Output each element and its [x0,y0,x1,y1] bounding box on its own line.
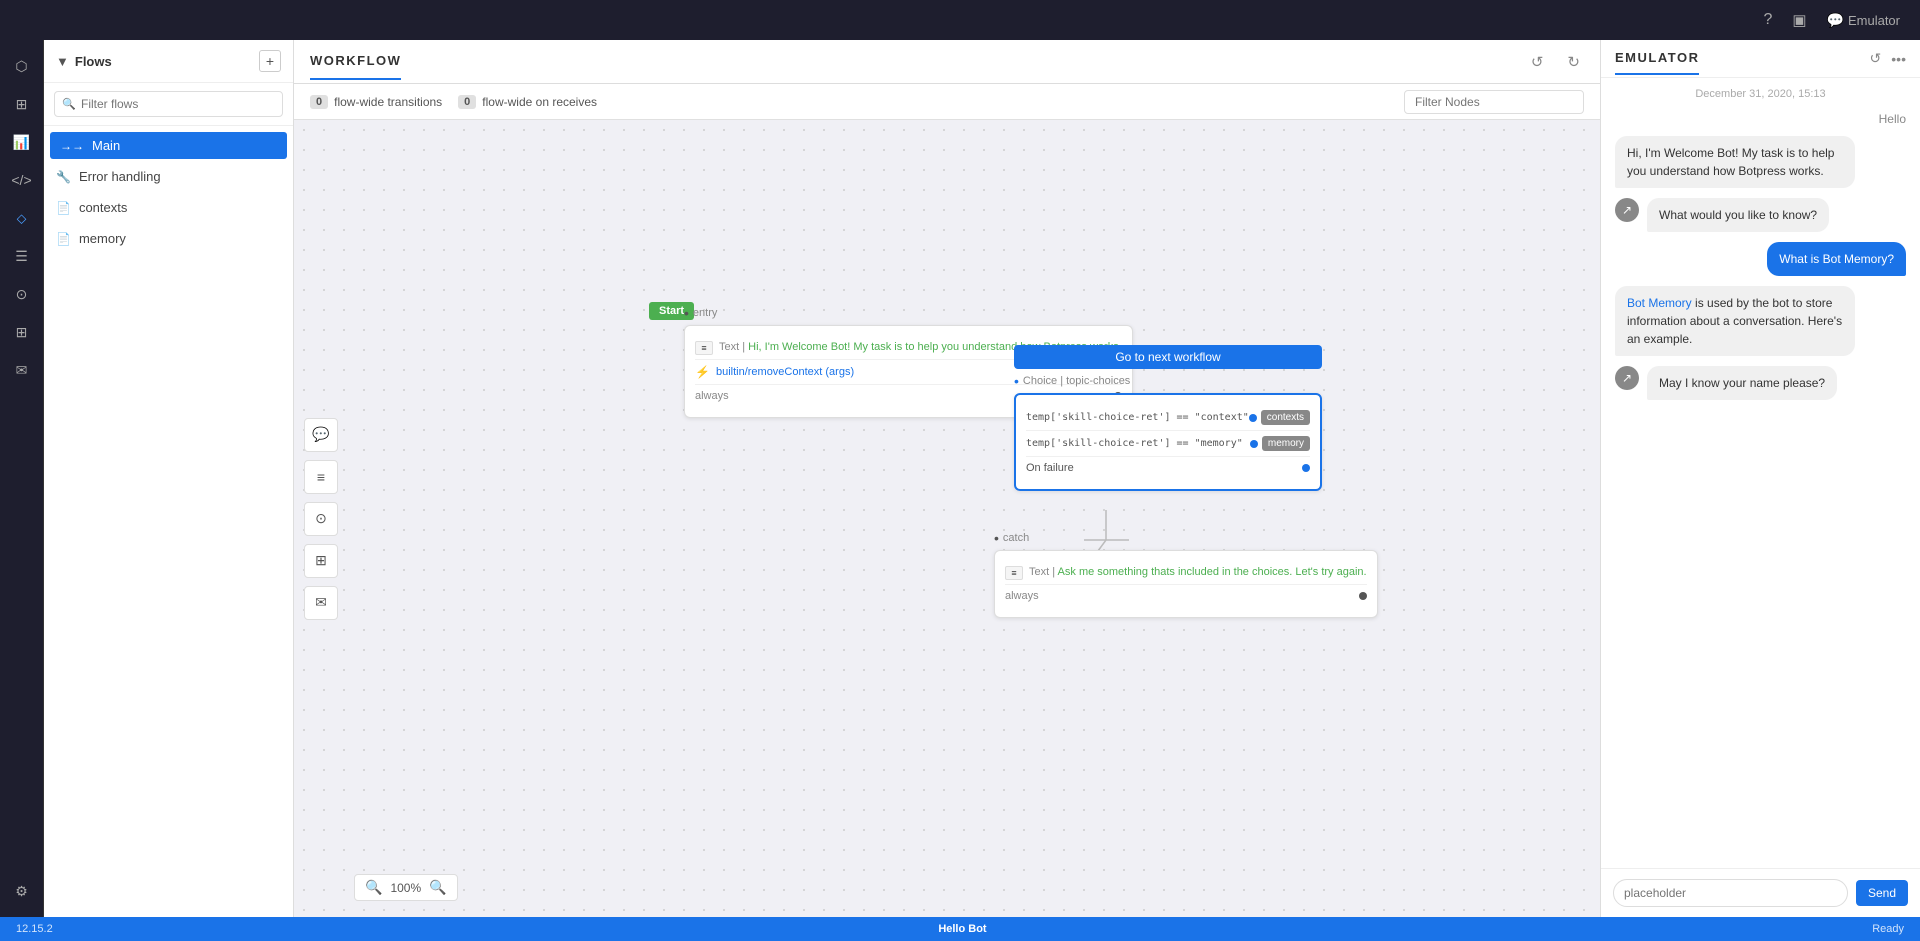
choice-dot-2 [1250,440,1258,448]
flows-add-button[interactable]: + [259,50,281,72]
nav-flow-icon[interactable]: ⬦ [4,200,40,236]
status-version: 12.15.2 [16,923,53,935]
choice-dot-1 [1249,414,1257,422]
flows-search-input[interactable] [54,91,283,117]
flows-search-icon: 🔍 [62,98,76,111]
emulator-title: EMULATOR [1615,50,1699,75]
catch-text-content: Text | Ask me something thats included i… [1029,565,1367,580]
message-user-highlight: What is Bot Memory? [1615,242,1906,276]
go-to-next-workflow-btn[interactable]: Go to next workflow [1014,345,1322,369]
memory-icon: 📄 [56,232,71,246]
error-handling-icon: 🔧 [56,170,71,184]
action-lightning-icon: ⚡ [695,365,710,379]
zoom-out-button[interactable]: 🔍 [365,879,382,896]
entry-action: builtin/removeContext (args) [716,366,854,378]
emulator-undo-icon[interactable]: ↺ [1870,50,1882,67]
catch-always-dot [1359,592,1367,600]
nav-code-icon[interactable]: </> [4,162,40,198]
message-bot-rich: Bot Memory is used by the bot to store i… [1615,286,1906,356]
status-botname: Hello Bot [938,923,986,935]
screenshot-icon[interactable]: ▣ [1792,11,1806,29]
choice-condition-2: temp['skill-choice-ret'] == "memory" [1026,438,1243,449]
choice-dot-3 [1302,464,1310,472]
flows-arrow-icon: ▼ [56,54,69,69]
nav-grid-icon[interactable]: ⊞ [4,86,40,122]
entry-always-label: always [695,390,729,402]
flow-transitions-btn[interactable]: 0 flow-wide transitions [310,95,442,109]
message-hello: Hello [1615,112,1906,126]
receives-badge: 0 [458,95,476,109]
tool-layout-icon[interactable]: ⊞ [304,544,338,578]
emulator-nav-btn[interactable]: 💬 Emulator [1827,12,1900,29]
contexts-icon: 📄 [56,201,71,215]
tool-chat-icon[interactable]: 💬 [304,418,338,452]
choice-node[interactable]: Go to next workflow • Choice | topic-cho… [1014,345,1322,491]
emulator-menu-icon[interactable]: ••• [1891,51,1906,67]
emulator-send-button[interactable]: Send [1856,880,1908,906]
undo-button[interactable]: ↺ [1527,49,1548,75]
choice-badge-contexts: contexts [1261,410,1310,425]
sidebar-item-error-handling[interactable]: 🔧 Error handling [44,161,293,192]
zoom-in-button[interactable]: 🔍 [429,879,446,896]
tool-capture-icon[interactable]: ⊙ [304,502,338,536]
status-ready: Ready [1872,923,1904,935]
choice-condition-3: On failure [1026,462,1074,474]
tool-mail-icon[interactable]: ✉ [304,586,338,620]
filter-nodes-input[interactable] [1404,90,1584,114]
flow-receives-btn[interactable]: 0 flow-wide on receives [458,95,597,109]
nav-mail-icon[interactable]: ✉ [4,352,40,388]
sidebar-item-memory[interactable]: 📄 memory [44,223,293,254]
main-flow-icon: →→ [60,139,84,153]
redo-button[interactable]: ↻ [1563,49,1584,75]
choice-condition-1: temp['skill-choice-ret'] == "context" [1026,412,1249,423]
transitions-badge: 0 [310,95,328,109]
nav-chart-icon[interactable]: 📊 [4,124,40,160]
nav-share-icon[interactable]: ⬡ [4,48,40,84]
nav-camera-icon[interactable]: ⊙ [4,276,40,312]
emulator-timestamp: December 31, 2020, 15:13 [1601,78,1920,104]
flows-title: ▼ Flows [56,54,112,69]
emulator-messages: Hello Hi, I'm Welcome Bot! My task is to… [1601,104,1920,868]
sidebar-item-main[interactable]: →→ Main [50,132,287,159]
nav-gear-icon[interactable]: ⚙ [4,873,40,909]
catch-always-label: always [1005,590,1039,602]
catch-text-icon: ≡ [1005,566,1023,580]
workflow-title: WORKFLOW [310,53,401,80]
nav-table-icon[interactable]: ⊞ [4,314,40,350]
message-user-q1: ↗ What would you like to know? [1615,198,1906,232]
nav-list-icon[interactable]: ☰ [4,238,40,274]
message-user-q2: ↗ May I know your name please? [1615,366,1906,400]
entry-text-icon: ≡ [695,341,713,355]
message-welcome: Hi, I'm Welcome Bot! My task is to help … [1615,136,1906,188]
emulator-chat-input[interactable] [1613,879,1848,907]
zoom-level-display: 100% [390,881,421,895]
catch-node[interactable]: • catch ≡ Text | Ask me something thats … [994,530,1378,618]
tool-list-icon[interactable]: ≡ [304,460,338,494]
connector-svg [294,120,1600,917]
emulator-header: EMULATOR ↺ ••• [1601,40,1920,78]
sidebar-item-contexts[interactable]: 📄 contexts [44,192,293,223]
choice-badge-memory: memory [1262,436,1310,451]
flows-header: ▼ Flows + [44,40,293,83]
help-icon[interactable]: ? [1763,11,1772,29]
